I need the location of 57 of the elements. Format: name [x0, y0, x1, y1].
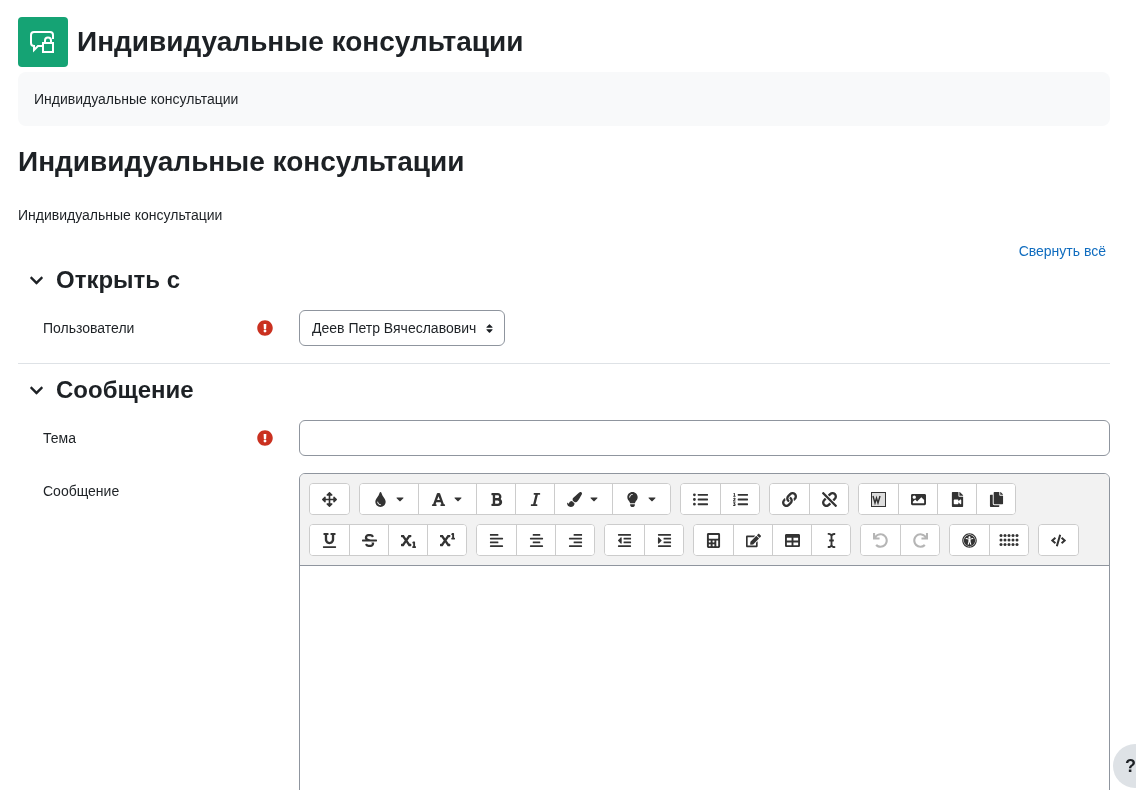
text-cursor-button[interactable] [811, 525, 850, 555]
unlink-icon [821, 491, 837, 507]
bullet-list-icon [693, 491, 708, 507]
field-label: Сообщение [42, 483, 120, 499]
copy-button[interactable] [976, 484, 1015, 514]
indent-button[interactable] [644, 525, 683, 555]
edit-icon [745, 532, 761, 548]
activity-heading: Индивидуальные консультации [18, 145, 466, 179]
intro-text: Индивидуальные консультации [18, 207, 224, 223]
subscript-icon [400, 532, 416, 548]
strikethrough-icon [361, 532, 377, 548]
subject-input[interactable] [299, 420, 1110, 456]
move-icon [322, 491, 337, 507]
brush-icon [567, 491, 582, 507]
underline-icon [322, 532, 337, 548]
section-title: Открыть с [56, 265, 181, 295]
accessibility-icon [962, 532, 977, 548]
indent-icon [656, 532, 672, 548]
copy-icon [988, 491, 1004, 507]
font-icon [431, 491, 446, 507]
dot-grid-icon [999, 533, 1019, 547]
redo-icon [912, 532, 928, 548]
table-icon [784, 532, 800, 548]
align-left-icon [489, 532, 504, 548]
align-right-button[interactable] [555, 525, 594, 555]
description-text: Индивидуальные консультации [34, 91, 240, 107]
undo-icon [873, 532, 888, 548]
field-label: Пользователи [42, 320, 135, 336]
bold-icon [488, 491, 504, 507]
numbered-list-icon [732, 491, 748, 507]
code-button[interactable] [1039, 525, 1078, 555]
sort-icon [484, 322, 496, 334]
lightbulb-icon [625, 491, 640, 507]
field-label: Тема [42, 430, 76, 446]
page-title: Индивидуальные консультации [77, 25, 524, 59]
superscript-button[interactable] [427, 525, 466, 555]
dot-grid-button[interactable] [989, 525, 1028, 555]
word-document-icon [871, 491, 886, 507]
outdent-icon [617, 532, 632, 548]
align-right-icon [567, 532, 583, 548]
chat-lock-icon [30, 30, 56, 54]
section-title: Сообщение [56, 375, 194, 405]
users-select[interactable]: Деев Петр Вячеславович [299, 310, 506, 346]
code-icon [1051, 532, 1066, 548]
link-icon [782, 491, 797, 507]
move-button[interactable] [310, 484, 349, 514]
calculator-icon [706, 532, 721, 548]
help-button[interactable]: ? [1113, 744, 1136, 788]
collapse-all-link[interactable]: Свернуть всё [1018, 243, 1106, 259]
align-center-icon [528, 532, 544, 548]
media-file-icon [949, 491, 965, 507]
lightbulb-button[interactable] [612, 484, 670, 514]
unlink-button[interactable] [809, 484, 848, 514]
numbered-list-button[interactable] [720, 484, 759, 514]
text-color-icon [372, 491, 388, 507]
superscript-icon [439, 532, 455, 548]
image-icon [910, 491, 926, 507]
